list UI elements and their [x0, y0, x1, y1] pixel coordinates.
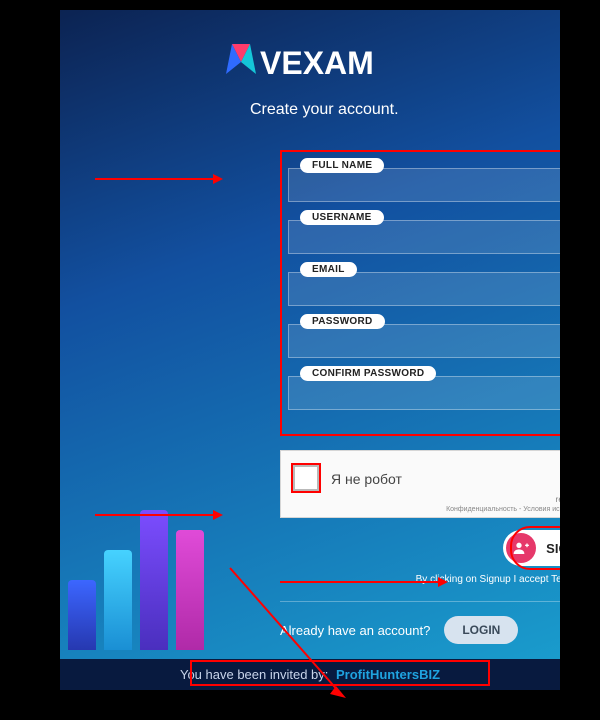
username-input[interactable]: [288, 220, 560, 254]
email-label: EMAIL: [300, 262, 357, 277]
login-row: Already have an account? LOGIN: [280, 616, 560, 644]
recaptcha-brand-text: reCAPTCHA: [556, 495, 560, 504]
login-button[interactable]: LOGIN: [444, 616, 518, 644]
field-password: PASSWORD: [288, 324, 560, 358]
deco-bar-icon: [104, 550, 132, 650]
decorative-bars: [68, 510, 204, 650]
confirm-password-input[interactable]: [288, 376, 560, 410]
divider: [280, 601, 560, 602]
recaptcha-label: Я не робот: [331, 471, 402, 487]
signup-button-label: SIGNUP: [546, 541, 560, 556]
password-input[interactable]: [288, 324, 560, 358]
recaptcha-widget: Я не робот reCAPTCHA Конфиденциальность …: [280, 450, 560, 518]
field-confirm-password: CONFIRM PASSWORD: [288, 376, 560, 410]
password-label: PASSWORD: [300, 314, 385, 329]
field-full-name: FULL NAME: [288, 168, 560, 202]
login-prompt: Already have an account?: [280, 623, 430, 638]
terms-text: By clicking on Signup I accept Terms of …: [280, 574, 560, 585]
invited-name: ProfitHuntersBIZ: [336, 667, 440, 682]
recaptcha-brand: reCAPTCHA: [556, 457, 560, 504]
confirm-password-label: CONFIRM PASSWORD: [300, 366, 436, 381]
person-add-icon: [506, 533, 536, 563]
invited-prefix: You have been invited by:: [180, 667, 328, 682]
field-username: USERNAME: [288, 220, 560, 254]
deco-bar-icon: [176, 530, 204, 650]
recaptcha-terms: Конфиденциальность - Условия использован…: [446, 506, 560, 513]
brand-logo-icon: VEXAM: [210, 40, 410, 86]
signup-row: SIGNUP: [280, 530, 560, 566]
email-input[interactable]: [288, 272, 560, 306]
brand-text: VEXAM: [260, 45, 374, 81]
logo: VEXAM: [90, 40, 530, 91]
page-subtitle: Create your account.: [250, 101, 530, 119]
signup-form: FULL NAME USERNAME EMAIL PASSWORD CONFIR…: [280, 150, 560, 644]
full-name-input[interactable]: [288, 168, 560, 202]
username-label: USERNAME: [300, 210, 384, 225]
annotation-fields-box: FULL NAME USERNAME EMAIL PASSWORD CONFIR…: [280, 150, 560, 436]
deco-bar-icon: [68, 580, 96, 650]
recaptcha-checkbox[interactable]: [293, 465, 319, 491]
field-email: EMAIL: [288, 272, 560, 306]
invited-bar: You have been invited by: ProfitHuntersB…: [60, 659, 560, 690]
signup-button[interactable]: SIGNUP: [503, 530, 560, 566]
login-button-label: LOGIN: [462, 623, 500, 637]
deco-bar-icon: [140, 510, 168, 650]
full-name-label: FULL NAME: [300, 158, 384, 173]
